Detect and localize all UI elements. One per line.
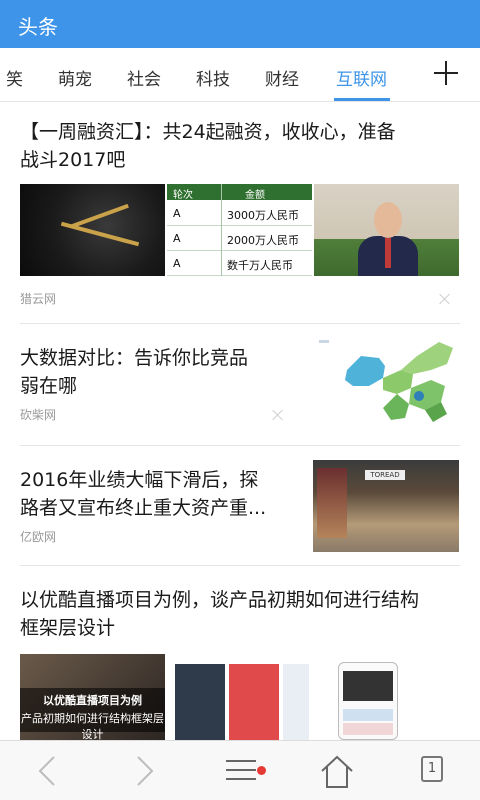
tab-tech[interactable]: 科技 xyxy=(196,65,230,90)
notification-dot xyxy=(257,766,266,775)
headline-line: 战斗2017吧 xyxy=(20,149,126,171)
home-icon[interactable] xyxy=(288,741,384,800)
flowchart-column xyxy=(283,664,309,740)
table-divider xyxy=(221,184,222,276)
article-source: 亿欧网 xyxy=(20,530,57,544)
thumbnail-caption: 以优酷直播项目为例 产品初期如何进行结构框架层设计 xyxy=(20,688,165,740)
article-card[interactable]: 【一周融资汇】：共24起融资，收收心，准备 战斗2017吧 轮次 金额 A 30… xyxy=(0,102,480,324)
table-header-cell: 轮次 xyxy=(173,190,193,201)
table-row: A 2000万人民币 xyxy=(167,227,312,251)
menu-icon[interactable] xyxy=(192,741,288,800)
category-tabs: 笑 萌宠 社会 科技 财经 互联网 xyxy=(0,48,480,102)
table-cell: A xyxy=(173,232,181,245)
store-photo-thumbnail[interactable]: TOREAD xyxy=(313,460,459,552)
headline-line: 【一周融资汇】：共24起融资，收收心，准备 xyxy=(20,121,396,143)
table-row: A 数千万人民币 xyxy=(167,252,312,276)
table-cell: 2000万人民币 xyxy=(227,234,299,247)
phone-row xyxy=(343,709,393,721)
headline-line: 大数据对比：告诉你比竞品 xyxy=(20,347,249,369)
app-title: 头条 xyxy=(18,15,58,39)
tab-joke[interactable]: 笑 xyxy=(6,65,23,90)
plus-icon[interactable] xyxy=(432,58,462,88)
wireframe-thumbnail[interactable] xyxy=(314,654,459,740)
tab-count-button[interactable]: 1 xyxy=(421,756,443,782)
tab-internet[interactable]: 互联网 xyxy=(336,65,387,90)
bottom-nav xyxy=(0,740,480,800)
table-cell: A xyxy=(173,207,181,220)
close-icon[interactable] xyxy=(438,292,452,306)
person-photo-thumbnail[interactable] xyxy=(314,184,459,276)
headline-line: 以优酷直播项目为例，谈产品初期如何进行结构 xyxy=(20,589,420,611)
flowchart-thumbnail[interactable] xyxy=(167,654,312,740)
article-headline[interactable]: 2016年业绩大幅下滑后，探 路者又宣布终止重大资产重... xyxy=(20,466,266,522)
youku-cover-thumbnail[interactable]: 以优酷直播项目为例 产品初期如何进行结构框架层设计 xyxy=(20,654,165,740)
store-sign: TOREAD xyxy=(365,470,405,480)
flowchart-column xyxy=(229,664,279,740)
phone-screen xyxy=(343,671,393,701)
table-header-cell: 金额 xyxy=(245,190,265,201)
person-head xyxy=(374,202,402,238)
table-cell: A xyxy=(173,257,181,270)
tab-society[interactable]: 社会 xyxy=(127,65,161,90)
headline-line: 2016年业绩大幅下滑后，探 xyxy=(20,469,259,491)
table-row: A 3000万人民币 xyxy=(167,202,312,226)
funding-table-thumbnail[interactable]: 轮次 金额 A 3000万人民币 A 2000万人民币 A 数千万人民币 xyxy=(167,184,312,276)
close-icon[interactable] xyxy=(271,408,285,422)
china-map-graphic xyxy=(319,340,453,422)
article-source: 砍柴网 xyxy=(20,408,57,422)
headline-line: 路者又宣布终止重大资产重... xyxy=(20,497,267,519)
news-feed[interactable]: 【一周融资汇】：共24起融资，收收心，准备 战斗2017吧 轮次 金额 A 30… xyxy=(0,102,480,740)
china-map-thumbnail[interactable] xyxy=(313,334,459,426)
phone-row xyxy=(343,723,393,735)
person-tie xyxy=(385,238,391,268)
article-headline[interactable]: 【一周融资汇】：共24起融资，收收心，准备 战斗2017吧 xyxy=(20,118,396,174)
caption-line: 以优酷直播项目为例 xyxy=(43,694,142,707)
app-bar: 头条 xyxy=(0,0,480,48)
table-header-row: 轮次 金额 xyxy=(167,184,312,201)
chevron-right-icon[interactable] xyxy=(96,741,192,800)
store-poster xyxy=(317,468,347,538)
flowchart-column xyxy=(175,664,225,740)
headline-line: 弱在哪 xyxy=(20,375,78,397)
tab-finance[interactable]: 财经 xyxy=(265,65,299,90)
headline-line: 框架层设计 xyxy=(20,617,116,639)
table-cell: 3000万人民币 xyxy=(227,209,299,222)
chevron-left-icon[interactable] xyxy=(0,741,96,800)
clock-hand xyxy=(60,221,140,247)
tab-pets[interactable]: 萌宠 xyxy=(58,65,92,90)
phone-mockup xyxy=(338,662,398,740)
active-tab-indicator xyxy=(334,98,390,101)
clock-hand xyxy=(71,203,129,229)
caption-line: 产品初期如何进行结构框架层设计 xyxy=(21,712,164,740)
article-headline[interactable]: 以优酷直播项目为例，谈产品初期如何进行结构 框架层设计 xyxy=(20,586,419,642)
article-headline[interactable]: 大数据对比：告诉你比竞品 弱在哪 xyxy=(20,344,248,400)
article-source: 猎云网 xyxy=(20,292,57,306)
clock-thumbnail[interactable] xyxy=(20,184,165,276)
table-cell: 数千万人民币 xyxy=(227,259,293,272)
